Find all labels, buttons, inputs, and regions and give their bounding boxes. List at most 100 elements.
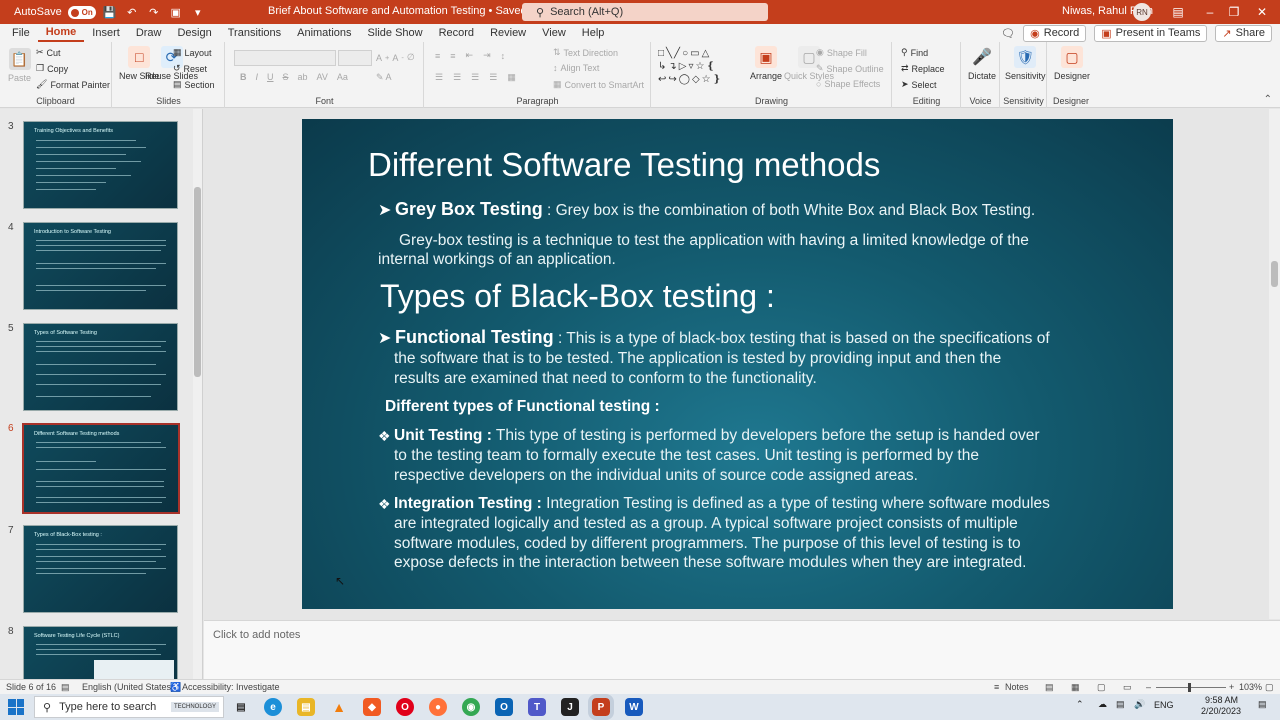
- save-icon[interactable]: 💾: [102, 4, 118, 20]
- tab-animations[interactable]: Animations: [289, 24, 359, 42]
- format-painter-button[interactable]: 🖌 Format Painter: [36, 79, 110, 90]
- input-language[interactable]: ENG: [1154, 700, 1174, 710]
- opera-icon[interactable]: O: [396, 698, 414, 716]
- thumbnail-image[interactable]: Types of Black-Box testing :: [23, 525, 178, 613]
- unit-testing-line-2[interactable]: to the testing team to formally execute …: [394, 446, 979, 466]
- font-size-dropdown[interactable]: [338, 50, 372, 66]
- vlc-icon[interactable]: ▲: [330, 698, 348, 716]
- functional-types-heading[interactable]: Different types of Functional testing :: [385, 398, 660, 416]
- onedrive-icon[interactable]: ☁: [1098, 699, 1107, 710]
- volume-icon[interactable]: 🔊: [1134, 699, 1145, 710]
- close-icon[interactable]: ✕: [1252, 3, 1272, 21]
- notifications-icon[interactable]: ▤: [1258, 699, 1267, 710]
- cut-button[interactable]: ✂ Cut: [36, 47, 61, 58]
- slide-scroll-thumb[interactable]: [1271, 261, 1278, 287]
- collapse-ribbon-icon[interactable]: ⌃: [1264, 94, 1272, 105]
- normal-view-icon[interactable]: ▤: [1045, 682, 1054, 693]
- record-button[interactable]: ◉ Record: [1023, 24, 1087, 42]
- thumbnails-scrollbar[interactable]: [193, 109, 202, 679]
- thumbnail-image[interactable]: Training Objectives and Benefits: [23, 121, 178, 209]
- redo-icon[interactable]: ↷: [146, 4, 162, 20]
- shape-fill-button[interactable]: ◉ Shape Fill: [816, 47, 867, 58]
- shapes-gallery[interactable]: □╲╱○▭△ ↳↴▷▿☆❴ ↩↪◯◇☆❵: [658, 47, 738, 89]
- designer-button[interactable]: ▢ Designer: [1054, 46, 1090, 81]
- document-title[interactable]: Brief About Software and Automation Test…: [268, 5, 527, 17]
- unit-testing-line-1[interactable]: Unit Testing : This type of testing is p…: [394, 426, 1040, 446]
- edge-icon[interactable]: e: [264, 698, 282, 716]
- reading-view-icon[interactable]: ▢: [1097, 682, 1106, 693]
- comments-icon[interactable]: 🗨: [1001, 27, 1015, 40]
- present-from-start-icon[interactable]: ▣: [168, 4, 184, 20]
- grey-box-paragraph-line-1[interactable]: Grey-box testing is a technique to test …: [399, 231, 1029, 251]
- integration-testing-line-2[interactable]: are integrated logically and tested as a…: [394, 514, 1018, 534]
- thumbnails-scroll-thumb[interactable]: [194, 187, 201, 377]
- unit-testing-line-3[interactable]: respective developers on the individual …: [394, 466, 918, 486]
- avatar[interactable]: RN: [1133, 3, 1151, 21]
- present-in-teams-button[interactable]: ▣ Present in Teams: [1094, 24, 1208, 42]
- clock-time[interactable]: 9:58 AM: [1205, 695, 1238, 705]
- convert-smartart-button[interactable]: ▦ Convert to SmartArt: [553, 79, 644, 90]
- grey-box-paragraph-line-2[interactable]: internal workings of an application.: [378, 250, 616, 270]
- slide-sorter-icon[interactable]: ▦: [1071, 682, 1080, 693]
- arrange-button[interactable]: ▣ Arrange: [750, 46, 782, 81]
- accessibility-status[interactable]: Accessibility: Investigate: [182, 682, 280, 692]
- align-text-button[interactable]: ↕ Align Text: [553, 63, 599, 73]
- list-buttons[interactable]: ≡ ≡ ⇤ ⇥ ↕: [435, 50, 505, 61]
- tab-draw[interactable]: Draw: [128, 24, 170, 42]
- tab-record[interactable]: Record: [431, 24, 482, 42]
- layout-button[interactable]: ▦ Layout: [173, 47, 212, 58]
- network-icon[interactable]: ▤: [1116, 699, 1125, 710]
- minimize-icon[interactable]: –: [1200, 3, 1220, 21]
- text-direction-button[interactable]: ⇅ Text Direction: [553, 47, 618, 58]
- font-color-buttons[interactable]: ✎ A: [376, 72, 392, 83]
- outlook-icon[interactable]: O: [495, 698, 513, 716]
- thumbnail-image[interactable]: Software Testing Life Cycle (STLC): [23, 626, 178, 679]
- sensitivity-button[interactable]: 🛡 Sensitivity: [1005, 46, 1046, 81]
- slide-show-icon[interactable]: ▭: [1123, 682, 1132, 693]
- font-format-buttons[interactable]: B I U Sab AV Aa: [240, 72, 348, 82]
- clock-date[interactable]: 2/20/2023: [1201, 706, 1241, 716]
- chrome-icon[interactable]: ◉: [462, 698, 480, 716]
- customize-toolbar-icon[interactable]: ▾: [190, 4, 206, 20]
- types-heading[interactable]: Types of Black-Box testing :: [380, 278, 775, 315]
- undo-icon[interactable]: ↶: [124, 4, 140, 20]
- functional-testing-line-1[interactable]: Functional Testing : This is a type of b…: [395, 327, 1050, 349]
- zoom-level[interactable]: 103%: [1239, 682, 1262, 692]
- tab-file[interactable]: File: [4, 24, 38, 42]
- integration-testing-line-1[interactable]: Integration Testing : Integration Testin…: [394, 494, 1050, 514]
- tab-transitions[interactable]: Transitions: [220, 24, 289, 42]
- reset-button[interactable]: ↺ Reset: [173, 63, 207, 74]
- spelling-icon[interactable]: ▤: [61, 682, 70, 693]
- functional-testing-line-2[interactable]: the software that is to be tested. The a…: [394, 349, 1001, 369]
- zoom-in-icon[interactable]: +: [1229, 682, 1234, 692]
- teams-icon[interactable]: T: [528, 698, 546, 716]
- integration-testing-line-3[interactable]: software modules, coded by different pro…: [394, 534, 1021, 554]
- tab-home[interactable]: Home: [37, 24, 85, 42]
- brave-icon[interactable]: ◆: [363, 698, 381, 716]
- show-hidden-icons[interactable]: ⌃: [1076, 699, 1084, 710]
- zoom-out-icon[interactable]: –: [1146, 682, 1151, 692]
- zoom-slider[interactable]: [1156, 687, 1226, 688]
- copy-button[interactable]: ❐ Copy: [36, 63, 68, 74]
- firefox-icon[interactable]: ●: [429, 698, 447, 716]
- section-button[interactable]: ▤ Section: [173, 79, 215, 90]
- share-button[interactable]: ↗ Share: [1215, 24, 1272, 42]
- notes-placeholder[interactable]: Click to add notes: [213, 629, 300, 641]
- fit-to-window-icon[interactable]: ▢: [1265, 682, 1274, 693]
- thumbnail-image[interactable]: Introduction to Software Testing: [23, 222, 178, 310]
- tab-review[interactable]: Review: [482, 24, 534, 42]
- language-status[interactable]: English (United States): [82, 682, 174, 692]
- font-name-dropdown[interactable]: [234, 50, 336, 66]
- autosave-toggle[interactable]: On: [67, 5, 96, 19]
- paste-button[interactable]: 📋 Paste: [8, 48, 31, 83]
- integration-testing-line-4[interactable]: expose defects in the interaction betwee…: [394, 553, 1026, 573]
- select-button[interactable]: ➤ Select: [901, 79, 937, 90]
- jetbrains-icon[interactable]: J: [561, 698, 579, 716]
- slide-scrollbar[interactable]: [1269, 109, 1280, 619]
- tab-design[interactable]: Design: [169, 24, 219, 42]
- tab-insert[interactable]: Insert: [84, 24, 128, 42]
- alignment-buttons[interactable]: ☰ ☰ ☰ ☰ ▦: [435, 72, 516, 83]
- slide[interactable]: Different Software Testing methods ➤ Gre…: [302, 119, 1173, 609]
- grey-box-bullet[interactable]: Grey Box Testing : Grey box is the combi…: [395, 199, 1035, 221]
- shape-effects-button[interactable]: ○ Shape Effects: [816, 79, 880, 89]
